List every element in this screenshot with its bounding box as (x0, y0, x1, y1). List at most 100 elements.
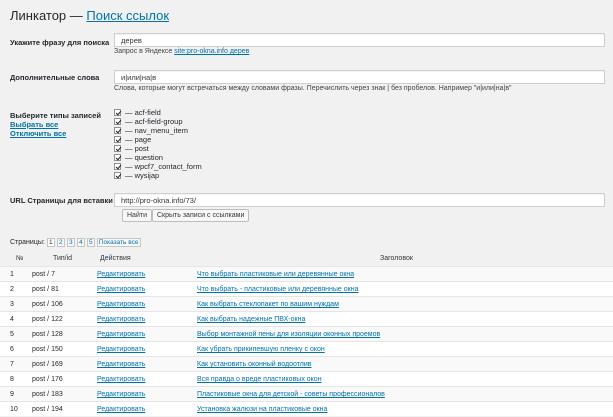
table-row: 7 post / 169 Редактировать Как установить о… (0, 356, 613, 371)
row-type: post / 183 (32, 391, 63, 398)
post-types-links: Выбрать все Отключить все (10, 120, 66, 138)
edit-link[interactable]: Редактировать (97, 391, 145, 398)
post-title-link[interactable]: Как убрать прикипевшую пленку с окон (197, 346, 325, 353)
table-row: 1 post / 7 Редактировать Что выбрать пласти… (0, 266, 613, 281)
table-row: 6 post / 150 Редактировать Как убрать прики… (0, 341, 613, 356)
edit-link[interactable]: Редактировать (97, 376, 145, 383)
page-3[interactable]: 3 (66, 238, 75, 247)
checkbox-checked[interactable] (114, 109, 121, 116)
table-row: 4 post / 122 Редактировать Как выбрать наде… (0, 311, 613, 326)
post-type-item[interactable]: — nav_menu_item (114, 126, 202, 135)
col-actions: Действия (100, 255, 131, 262)
url-label: URL Страницы для вставки (10, 196, 113, 205)
post-title-link[interactable]: Что выбрать пластиковые или деревянные о… (197, 271, 354, 278)
page-1[interactable]: 1 (46, 238, 55, 247)
extra-words-hint: Слова, которые могут встречаться между с… (114, 85, 512, 92)
post-type-label: — acf-field-group (125, 117, 183, 126)
search-links-link[interactable]: Поиск ссылок (86, 8, 169, 23)
table-row: 8 post / 176 Редактировать Вся правда о вре… (0, 371, 613, 386)
page-4[interactable]: 4 (76, 238, 85, 247)
row-type: post / 81 (32, 286, 59, 293)
post-type-label: — wysijap (125, 171, 160, 180)
post-title-link[interactable]: Как выбрать стеклопакет по вашим нуждам (197, 301, 339, 308)
row-type: post / 150 (32, 346, 63, 353)
post-title-link[interactable]: Что выбрать - пластиковые или деревянные… (197, 286, 358, 293)
table-row: 5 post / 128 Редактировать Выбор монтажной … (0, 326, 613, 341)
table-header: № Тип/id Действия Заголовок (0, 252, 613, 266)
row-type: post / 169 (32, 361, 63, 368)
post-title-link[interactable]: Как установить оконный водоотлив (197, 361, 312, 368)
edit-link[interactable]: Редактировать (97, 301, 145, 308)
checkbox-checked[interactable] (114, 127, 121, 134)
edit-link[interactable]: Редактировать (97, 361, 145, 368)
edit-link[interactable]: Редактировать (97, 286, 145, 293)
extra-words-input[interactable]: и|или|на|в (114, 70, 605, 84)
post-title-link[interactable]: Вся правда о вреде пластиковых окон (197, 376, 322, 383)
post-type-list: — acf-field — acf-field-group — nav_menu… (114, 108, 202, 180)
row-type: post / 122 (32, 316, 63, 323)
post-title-link[interactable]: Пластиковые окна для детской - советы пр… (197, 391, 385, 398)
url-row: URL Страницы для вставки http://pro-okna… (10, 193, 605, 223)
phrase-input[interactable]: дерев (114, 33, 605, 47)
checkbox-checked[interactable] (114, 163, 121, 170)
post-type-item[interactable]: — acf-field-group (114, 117, 202, 126)
phrase-hint-text: Запрос в Яндексе (114, 48, 173, 55)
row-num: 6 (10, 346, 14, 353)
row-type: post / 7 (32, 271, 55, 278)
row-type: post / 194 (32, 406, 63, 413)
post-type-label: — question (125, 153, 163, 162)
url-input[interactable]: http://pro-okna.info/73/ (114, 193, 605, 207)
checkbox-checked[interactable] (114, 154, 121, 161)
page-title-text: Линкатор — (10, 8, 83, 23)
post-title-link[interactable]: Выбор монтажной пены для изоляции оконны… (197, 331, 380, 338)
post-type-item[interactable]: — acf-field (114, 108, 202, 117)
post-title-link[interactable]: Установка жалюзи на пластиковые окна (197, 406, 327, 413)
row-num: 3 (10, 301, 14, 308)
edit-link[interactable]: Редактировать (97, 406, 145, 413)
page-2[interactable]: 2 (56, 238, 65, 247)
pagination-label: Страницы: (10, 239, 45, 246)
row-num: 7 (10, 361, 14, 368)
col-title: Заголовок (380, 255, 413, 262)
checkbox-checked[interactable] (114, 118, 121, 125)
post-type-item[interactable]: — page (114, 135, 202, 144)
deselect-all-link[interactable]: Отключить все (10, 129, 66, 138)
post-type-label: — page (125, 135, 152, 144)
checkbox-checked[interactable] (114, 145, 121, 152)
page-5[interactable]: 5 (86, 238, 95, 247)
linkator-page: Линкатор — Поиск ссылок Укажите фразу дл… (0, 0, 613, 416)
phrase-label: Укажите фразу для поиска (10, 38, 110, 47)
table-row: 9 post / 183 Редактировать Пластиковые окна… (0, 386, 613, 401)
yandex-query-link[interactable]: site:pro-okna.info дерев (174, 48, 249, 55)
row-num: 2 (10, 286, 14, 293)
show-all-pages[interactable]: Показать все (96, 238, 141, 247)
post-type-label: — acf-field (125, 108, 161, 117)
checkbox-checked[interactable] (114, 172, 121, 179)
results-table: № Тип/id Действия Заголовок 1 post / 7 Ред… (0, 252, 613, 416)
post-title-link[interactable]: Как выбрать надежные ПВХ-окна (197, 316, 305, 323)
find-button[interactable]: Найти (122, 209, 152, 222)
post-type-item[interactable]: — wpcf7_contact_form (114, 162, 202, 171)
col-num: № (16, 255, 24, 262)
post-type-item[interactable]: — post (114, 144, 202, 153)
post-type-label: — nav_menu_item (125, 126, 188, 135)
select-all-link[interactable]: Выбрать все (10, 120, 66, 129)
edit-link[interactable]: Редактировать (97, 331, 145, 338)
edit-link[interactable]: Редактировать (97, 346, 145, 353)
hide-linked-button[interactable]: Скрыть записи с ссылками (152, 209, 250, 222)
extra-words-label: Дополнительные слова (10, 73, 100, 82)
checkbox-checked[interactable] (114, 136, 121, 143)
post-type-label: — wpcf7_contact_form (125, 162, 202, 171)
edit-link[interactable]: Редактировать (97, 271, 145, 278)
row-type: post / 176 (32, 376, 63, 383)
col-type: Тип/id (53, 255, 73, 262)
edit-link[interactable]: Редактировать (97, 316, 145, 323)
row-type: post / 106 (32, 301, 63, 308)
extra-words-row: Дополнительные слова и|или|на|в Слова, к… (10, 70, 605, 98)
pagination: Страницы: 1 2 3 4 5 Показать все (10, 238, 141, 247)
phrase-row: Укажите фразу для поиска дерев Запрос в … (10, 33, 605, 61)
post-type-item[interactable]: — wysijap (114, 171, 202, 180)
row-num: 10 (10, 406, 18, 413)
post-type-item[interactable]: — question (114, 153, 202, 162)
post-types-row: Выберите типы записей Выбрать все Отключ… (10, 108, 605, 183)
